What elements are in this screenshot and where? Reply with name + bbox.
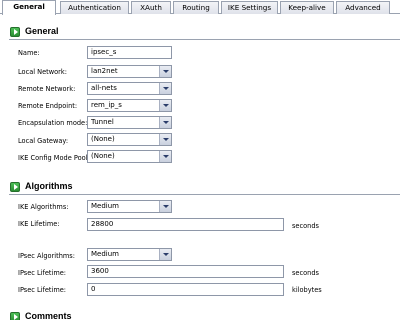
remote-network-value: all-nets xyxy=(91,84,117,92)
section-arrow-icon xyxy=(10,312,20,320)
section-divider xyxy=(9,194,400,195)
encapsulation-mode-value: Tunnel xyxy=(91,118,114,126)
ipsec-algorithms-label: IPsec Algorithms: xyxy=(18,252,75,260)
remote-endpoint-select[interactable]: rem_ip_s xyxy=(87,99,172,112)
tab-keep-alive[interactable]: Keep-alive xyxy=(280,1,334,14)
tab-bar: General Authentication XAuth Routing IKE… xyxy=(0,0,400,15)
chevron-down-icon[interactable] xyxy=(159,117,171,128)
ipsec-lifetime-kb-input[interactable]: 0 xyxy=(87,283,284,296)
ipsec-lifetime-label: IPsec Lifetime: xyxy=(18,269,67,277)
local-network-select[interactable]: lan2net xyxy=(87,65,172,78)
tab-routing[interactable]: Routing xyxy=(173,1,219,14)
name-input[interactable]: ipsec_s xyxy=(87,46,172,59)
comments-section-header: Comments xyxy=(0,310,400,320)
section-divider xyxy=(9,39,400,40)
general-section-title: General xyxy=(25,26,59,36)
chevron-down-icon[interactable] xyxy=(159,151,171,162)
ike-algorithms-label: IKE Algorithms: xyxy=(18,203,69,211)
tab-authentication[interactable]: Authentication xyxy=(60,1,129,14)
encapsulation-mode-select[interactable]: Tunnel xyxy=(87,116,172,129)
section-arrow-icon xyxy=(10,27,20,37)
remote-endpoint-label: Remote Endpoint: xyxy=(18,102,78,110)
remote-endpoint-value: rem_ip_s xyxy=(91,101,122,109)
ipsec-lifetime-input[interactable]: 3600 xyxy=(87,265,284,278)
comments-section-title: Comments xyxy=(25,311,72,320)
chevron-down-icon[interactable] xyxy=(159,83,171,94)
local-network-value: lan2net xyxy=(91,67,118,75)
local-network-label: Local Network: xyxy=(18,68,67,76)
algorithms-section-header: Algorithms xyxy=(0,180,400,195)
ike-lifetime-input[interactable]: 28800 xyxy=(87,218,284,231)
chevron-down-icon[interactable] xyxy=(159,134,171,145)
chevron-down-icon[interactable] xyxy=(159,249,171,260)
ike-config-mode-pool-select[interactable]: (None) xyxy=(87,150,172,163)
ipsec-algorithms-select[interactable]: Medium xyxy=(87,248,172,261)
tab-advanced[interactable]: Advanced xyxy=(336,1,390,14)
ipsec-lifetime-unit: seconds xyxy=(292,269,319,277)
ike-lifetime-unit: seconds xyxy=(292,222,319,230)
encapsulation-mode-label: Encapsulation mode: xyxy=(18,119,88,127)
general-section-header: General xyxy=(0,25,400,40)
remote-network-select[interactable]: all-nets xyxy=(87,82,172,95)
chevron-down-icon[interactable] xyxy=(159,100,171,111)
ipsec-lifetime-kb-unit: kilobytes xyxy=(292,286,322,294)
ipsec-algorithms-value: Medium xyxy=(91,250,119,258)
ike-algorithms-select[interactable]: Medium xyxy=(87,200,172,213)
ike-config-mode-pool-value: (None) xyxy=(91,152,115,160)
tab-xauth[interactable]: XAuth xyxy=(131,1,171,14)
chevron-down-icon[interactable] xyxy=(159,201,171,212)
ike-config-mode-pool-label: IKE Config Mode Pool: xyxy=(18,154,90,162)
ike-lifetime-label: IKE Lifetime: xyxy=(18,220,60,228)
name-label: Name: xyxy=(18,49,40,57)
ipsec-lifetime-kb-label: IPsec Lifetime: xyxy=(18,286,67,294)
section-arrow-icon xyxy=(10,182,20,192)
chevron-down-icon[interactable] xyxy=(159,66,171,77)
remote-network-label: Remote Network: xyxy=(18,85,76,93)
tab-ike-settings[interactable]: IKE Settings xyxy=(221,1,278,14)
algorithms-section-title: Algorithms xyxy=(25,181,73,191)
local-gateway-select[interactable]: (None) xyxy=(87,133,172,146)
tab-general[interactable]: General xyxy=(2,0,56,15)
local-gateway-label: Local Gateway: xyxy=(18,137,69,145)
ike-algorithms-value: Medium xyxy=(91,202,119,210)
local-gateway-value: (None) xyxy=(91,135,115,143)
